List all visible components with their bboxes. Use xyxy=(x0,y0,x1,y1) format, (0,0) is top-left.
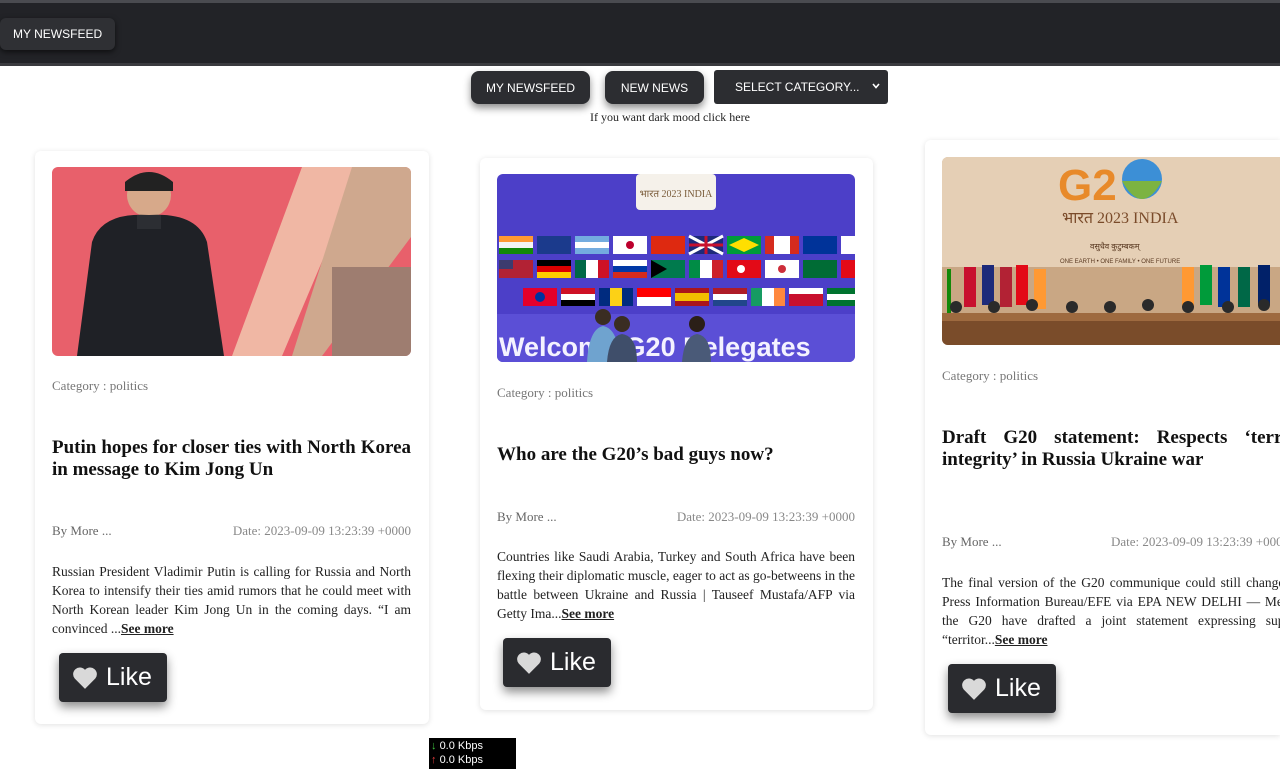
article-author: By More ... xyxy=(942,534,1002,549)
download-speed: 0.0 Kbps xyxy=(439,740,483,752)
news-card: भारत 2023 INDIA Welcome G20 Delegates Ca… xyxy=(480,158,873,710)
heart-icon xyxy=(962,677,986,700)
article-description: Countries like Saudi Arabia, Turkey and … xyxy=(497,547,855,623)
top-navbar: MY NEWSFEED xyxy=(0,0,1280,66)
article-title[interactable]: Draft G20 statement: Respects ‘territori… xyxy=(942,427,1280,471)
chevron-down-icon xyxy=(872,83,880,89)
article-title[interactable]: Who are the G20’s bad guys now? xyxy=(497,444,855,466)
article-author: By More ... xyxy=(497,509,557,524)
up-arrow-icon: ↑ xyxy=(431,754,437,766)
article-category: Category : politics xyxy=(52,378,149,393)
see-more-link[interactable]: See more xyxy=(121,621,174,636)
heart-icon xyxy=(517,651,541,674)
new-news-button[interactable]: NEW NEWS xyxy=(605,71,704,104)
article-summary: Russian President Vladimir Putin is call… xyxy=(52,564,411,636)
article-description: Russian President Vladimir Putin is call… xyxy=(52,562,411,638)
article-category: Category : politics xyxy=(497,385,594,400)
heart-icon xyxy=(73,666,97,689)
like-button[interactable]: Like xyxy=(59,653,167,702)
like-button[interactable]: Like xyxy=(503,638,611,687)
article-description: The final version of the G20 communique … xyxy=(942,573,1280,649)
network-speed-meter: ↓ 0.0 Kbps ↑ 0.0 Kbps xyxy=(429,738,516,769)
india-2023-text: भारत 2023 INDIA xyxy=(1062,210,1179,227)
news-card: G2 भारत 2023 INDIA वसुधैव कुटुम्बकम् ONE… xyxy=(925,140,1280,735)
see-more-link[interactable]: See more xyxy=(561,606,614,621)
like-label: Like xyxy=(550,648,596,676)
upload-speed-row: ↑ 0.0 Kbps xyxy=(431,753,516,767)
g20-logo-text: G2 xyxy=(1058,161,1117,210)
banner-text: Welcome G20 Delegates xyxy=(499,332,811,362)
one-earth-text: ONE EARTH • ONE FAMILY • ONE FUTURE xyxy=(1060,259,1180,265)
article-title[interactable]: Putin hopes for closer ties with North K… xyxy=(52,437,411,481)
article-category: Category : politics xyxy=(942,368,1039,383)
see-more-link[interactable]: See more xyxy=(995,632,1048,647)
vasudhaiva-text: वसुधैव कुटुम्बकम् xyxy=(1090,241,1141,252)
article-image[interactable]: भारत 2023 INDIA Welcome G20 Delegates xyxy=(497,174,855,362)
dark-mode-link[interactable]: If you want dark mood click here xyxy=(590,110,750,125)
news-card: Category : politics Putin hopes for clos… xyxy=(35,151,429,724)
download-speed-row: ↓ 0.0 Kbps xyxy=(431,739,516,753)
like-label: Like xyxy=(106,663,152,691)
like-button[interactable]: Like xyxy=(948,664,1056,713)
article-date: Date: 2023-09-09 13:23:39 +0000 xyxy=(232,523,411,538)
like-label: Like xyxy=(995,674,1041,702)
g20-logo-text: भारत 2023 INDIA xyxy=(640,189,714,200)
article-author: By More ... xyxy=(52,523,112,538)
category-select[interactable]: SELECT CATEGORY... xyxy=(714,70,888,104)
topbar-newsfeed-button[interactable]: MY NEWSFEED xyxy=(0,18,115,50)
article-date: Date: 2023-09-09 13:23:39 +0000 xyxy=(676,509,855,524)
category-select-value: SELECT CATEGORY... xyxy=(735,80,860,94)
article-summary: The final version of the G20 communique … xyxy=(942,575,1280,647)
article-summary: Countries like Saudi Arabia, Turkey and … xyxy=(497,549,856,621)
article-date: Date: 2023-09-09 13:23:39 +0000 xyxy=(1111,534,1280,549)
down-arrow-icon: ↓ xyxy=(431,740,437,752)
article-image[interactable]: G2 भारत 2023 INDIA वसुधैव कुटुम्बकम् ONE… xyxy=(942,157,1280,345)
my-newsfeed-button[interactable]: MY NEWSFEED xyxy=(471,71,590,104)
article-image[interactable] xyxy=(52,167,411,356)
upload-speed: 0.0 Kbps xyxy=(439,754,483,766)
